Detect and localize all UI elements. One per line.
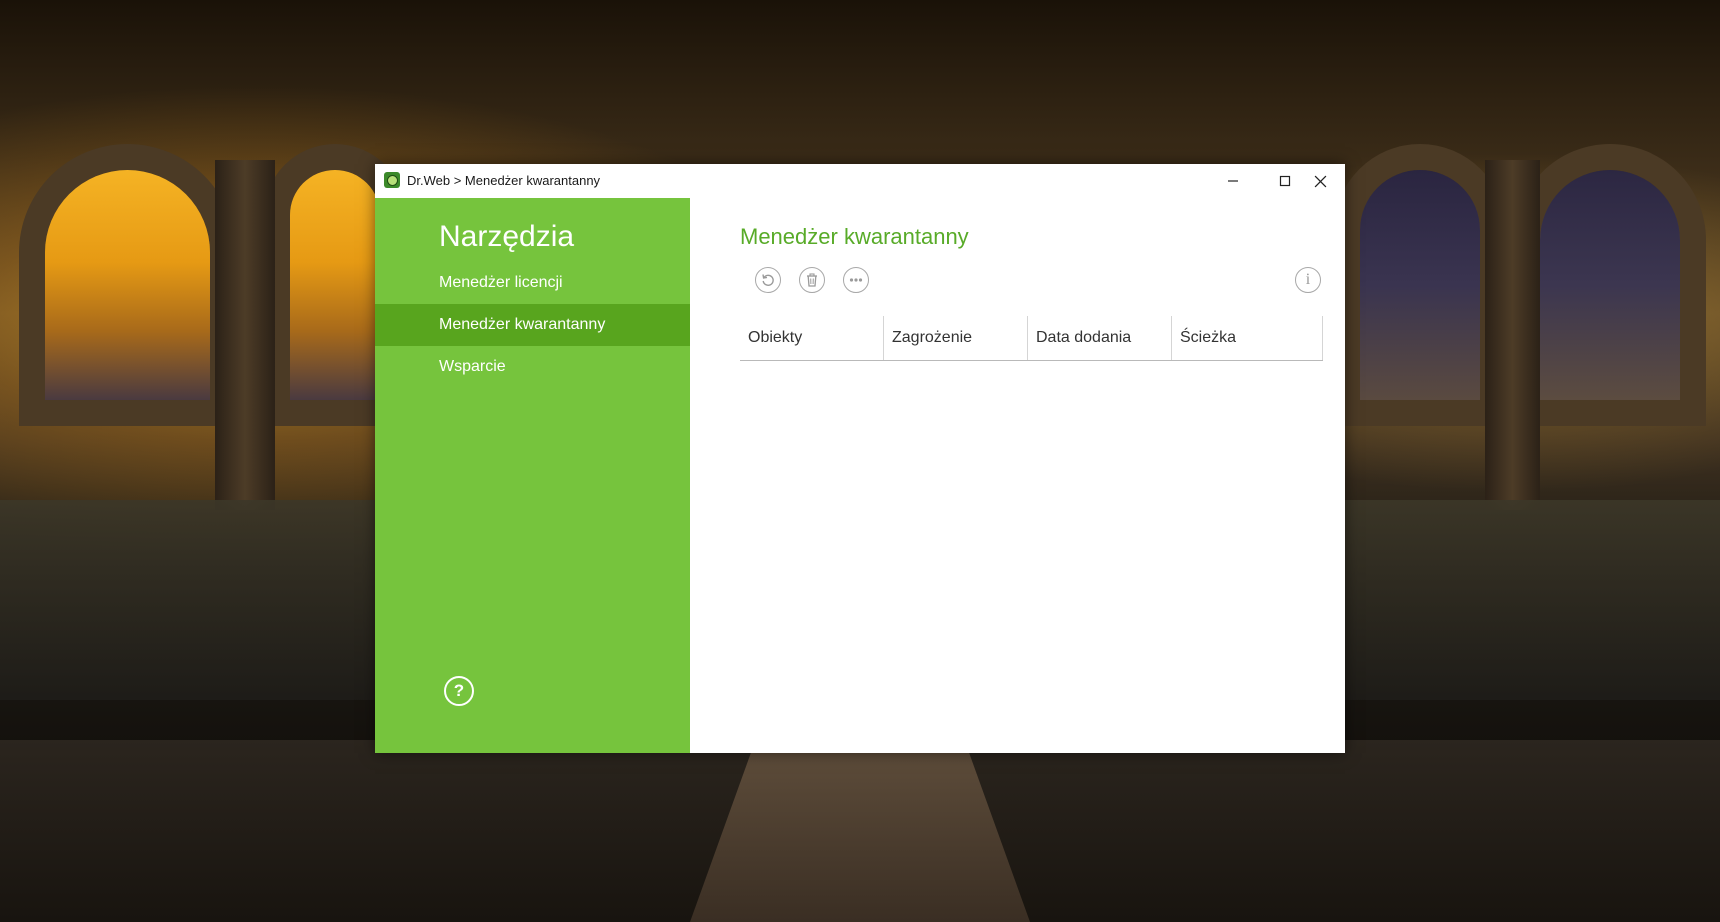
drweb-app-icon [384, 172, 400, 188]
close-icon [1314, 175, 1326, 187]
column-header-threat[interactable]: Zagrożenie [884, 316, 1028, 360]
help-button[interactable]: ? [444, 676, 474, 706]
page-title: Menedżer kwarantanny [740, 224, 969, 249]
info-icon: i [1305, 271, 1311, 288]
wallpaper-arch [45, 170, 210, 400]
delete-icon [807, 273, 817, 287]
column-header-path[interactable]: Ścieżka [1172, 316, 1323, 360]
restore-icon [762, 274, 774, 286]
close-button[interactable] [1297, 164, 1343, 198]
wallpaper-arch [1540, 170, 1680, 400]
sidebar: Narzędzia Menedżer licencji Menedżer kwa… [375, 198, 690, 753]
sidebar-item-quarantine-manager[interactable]: Menedżer kwarantanny [375, 304, 690, 346]
minimize-button[interactable] [1210, 164, 1256, 198]
wallpaper-pillar [1485, 160, 1540, 510]
window-title: Dr.Web > Menedżer kwarantanny [407, 173, 601, 188]
minimize-icon [1228, 180, 1238, 182]
main-panel: Menedżer kwarantanny i Obiekty Zagrożeni… [690, 198, 1345, 753]
wallpaper-arch [290, 170, 380, 400]
sidebar-title: Narzędzia [439, 220, 575, 253]
quarantine-table-header: Obiekty Zagrożenie Data dodania Ścieżka [740, 316, 1323, 361]
column-header-objects[interactable]: Obiekty [740, 316, 884, 360]
info-button[interactable]: i [1295, 267, 1321, 293]
sidebar-item-label: Wsparcie [439, 358, 506, 375]
wallpaper-arch [1360, 170, 1480, 400]
sidebar-item-support[interactable]: Wsparcie [375, 346, 690, 388]
more-button[interactable] [843, 267, 869, 293]
delete-button[interactable] [799, 267, 825, 293]
sidebar-item-label: Menedżer licencji [439, 274, 563, 291]
help-icon: ? [453, 681, 465, 700]
app-window: Dr.Web > Menedżer kwarantanny Narzędzia … [375, 164, 1345, 753]
title-bar: Dr.Web > Menedżer kwarantanny [375, 164, 1345, 198]
sidebar-item-label: Menedżer kwarantanny [439, 316, 606, 333]
column-header-date-added[interactable]: Data dodania [1028, 316, 1172, 360]
maximize-icon [1279, 175, 1291, 187]
restore-button[interactable] [755, 267, 781, 293]
more-icon [849, 278, 863, 282]
sidebar-item-license-manager[interactable]: Menedżer licencji [375, 262, 690, 304]
wallpaper-pillar [215, 160, 275, 510]
